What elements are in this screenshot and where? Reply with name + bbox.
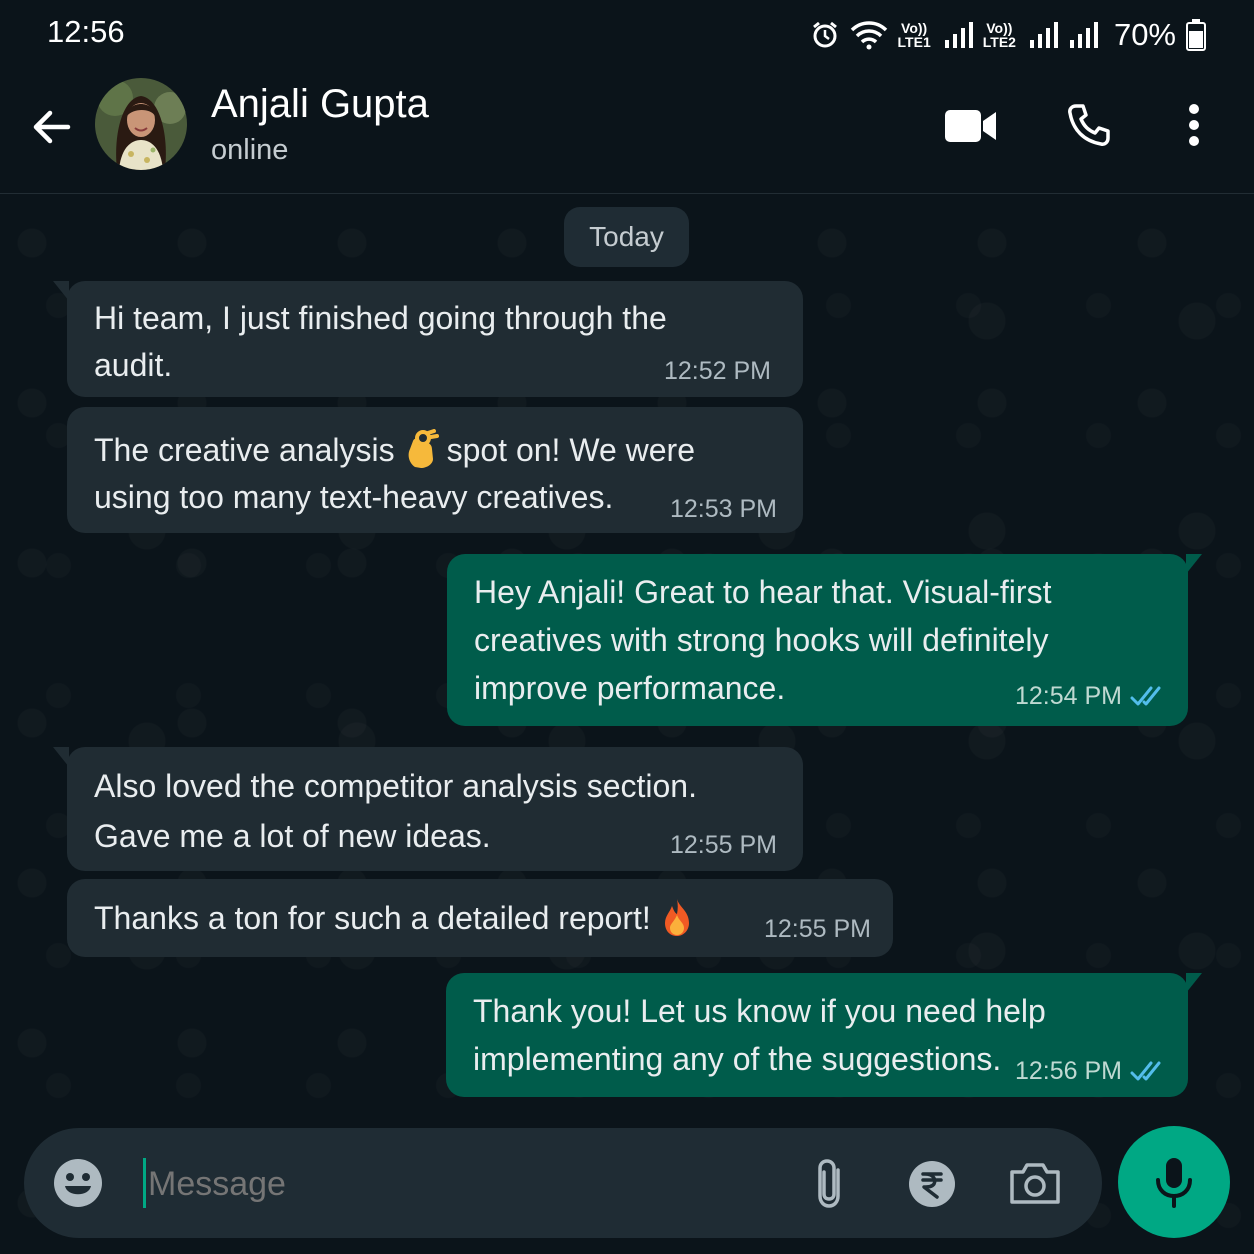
message-incoming[interactable]: Hi team, I just finished going through t… xyxy=(53,281,803,397)
alarm-icon xyxy=(812,21,837,48)
message-time: 12:53 PM xyxy=(669,495,777,523)
message-text: Hi team, I just finished going through t… xyxy=(94,300,667,383)
bubble-tail xyxy=(53,281,69,301)
bubble-tail xyxy=(53,747,69,767)
signal-icon xyxy=(1069,22,1098,48)
message-text: Thanks a ton for such a detailed report! xyxy=(94,895,703,942)
network-label-2: Vo)) LTE2 xyxy=(982,20,1016,50)
status-time: 12:56 xyxy=(47,14,125,49)
message-time: 12:55 PM xyxy=(763,915,871,943)
ok-hand-emoji-icon xyxy=(408,429,439,468)
message-text: Thank you! Let us know if you need help … xyxy=(473,993,1046,1077)
bubble-tail xyxy=(1186,554,1202,574)
video-call-icon[interactable] xyxy=(944,106,998,146)
contact-name[interactable]: Anjali Gupta xyxy=(211,82,429,127)
message-incoming[interactable]: The creative analysis spot on! We were u… xyxy=(67,407,803,533)
rupee-payment-icon[interactable] xyxy=(908,1160,956,1208)
message-incoming[interactable]: Also loved the competitor analysis secti… xyxy=(53,747,803,871)
avatar[interactable] xyxy=(95,78,187,170)
status-bar: 12:56 Vo)) LTE1 Vo)) LTE2 70% xyxy=(0,0,1254,70)
message-incoming[interactable]: Thanks a ton for such a detailed report!… xyxy=(67,879,893,957)
message-meta: 12:54 PM xyxy=(1015,682,1168,711)
message-text: Hey Anjali! Great to hear that. Visual-f… xyxy=(474,574,1052,706)
signal-icon xyxy=(944,22,973,48)
more-options-icon[interactable] xyxy=(1180,100,1208,150)
message-text: Also loved the competitor analysis secti… xyxy=(94,768,697,854)
message-time: 12:54 PM xyxy=(1014,682,1122,710)
message-composer xyxy=(24,1128,1102,1238)
message-meta: 12:56 PM xyxy=(1015,1057,1168,1086)
battery-icon xyxy=(1186,19,1206,51)
back-arrow-icon[interactable] xyxy=(28,104,74,150)
voice-call-icon[interactable] xyxy=(1066,102,1112,148)
fire-emoji-icon xyxy=(664,899,689,936)
message-outgoing[interactable]: Hey Anjali! Great to hear that. Visual-f… xyxy=(447,554,1202,726)
status-icons: Vo)) LTE1 Vo)) LTE2 70% xyxy=(810,14,1206,56)
bubble-tail xyxy=(1186,973,1202,993)
battery-percent: 70% xyxy=(1113,17,1176,52)
double-check-read-icon xyxy=(1130,1061,1161,1080)
emoji-icon[interactable] xyxy=(52,1157,104,1209)
message-text: The creative analysis spot on! We were u… xyxy=(94,427,695,521)
date-divider: Today xyxy=(564,207,689,267)
attach-icon[interactable] xyxy=(810,1156,850,1212)
camera-icon[interactable] xyxy=(1008,1160,1062,1206)
network-label-1: Vo)) LTE1 xyxy=(897,20,931,50)
voice-message-button[interactable] xyxy=(1118,1126,1230,1238)
message-time: 12:55 PM xyxy=(669,831,777,859)
mic-icon xyxy=(1156,1158,1192,1208)
message-time: 12:52 PM xyxy=(663,357,771,385)
contact-status: online xyxy=(211,134,289,166)
message-input[interactable] xyxy=(146,1158,670,1210)
signal-icon xyxy=(1029,22,1058,48)
chat-area[interactable]: Today Hi team, I just finished going thr… xyxy=(0,195,1254,1254)
message-time: 12:56 PM xyxy=(1014,1057,1122,1085)
message-outgoing[interactable]: Thank you! Let us know if you need help … xyxy=(446,973,1202,1097)
chat-header: Anjali Gupta online xyxy=(0,70,1254,194)
wifi-icon xyxy=(850,21,887,50)
double-check-read-icon xyxy=(1130,686,1161,705)
